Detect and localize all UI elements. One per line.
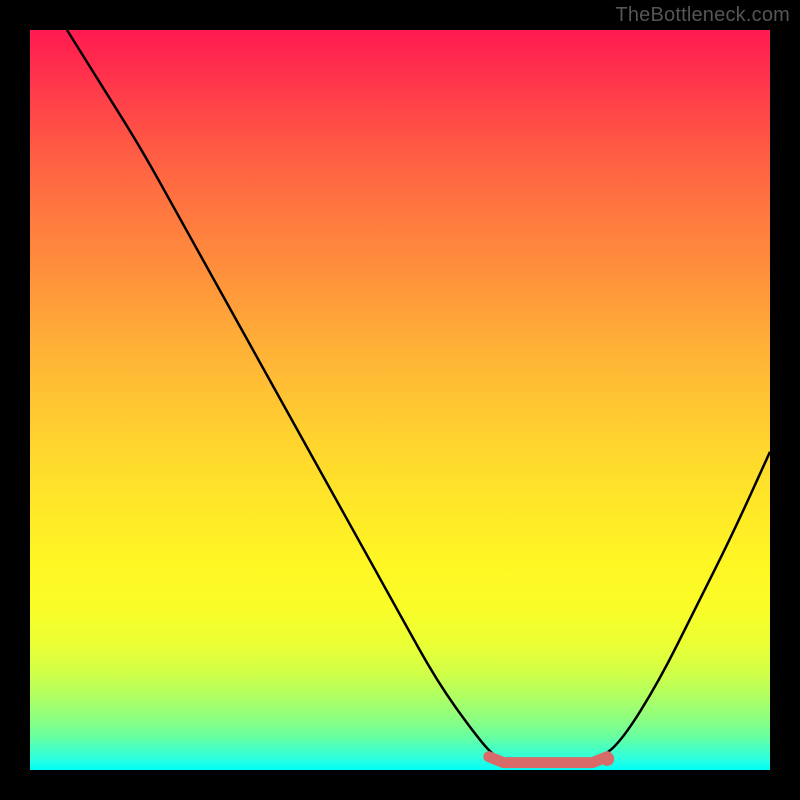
- flat-region-highlight: [489, 757, 607, 763]
- chart-plot-area: [30, 30, 770, 770]
- watermark-text: TheBottleneck.com: [615, 4, 790, 27]
- marker-point: [600, 752, 614, 766]
- chart-svg: [30, 30, 770, 770]
- bottleneck-curve: [67, 30, 770, 767]
